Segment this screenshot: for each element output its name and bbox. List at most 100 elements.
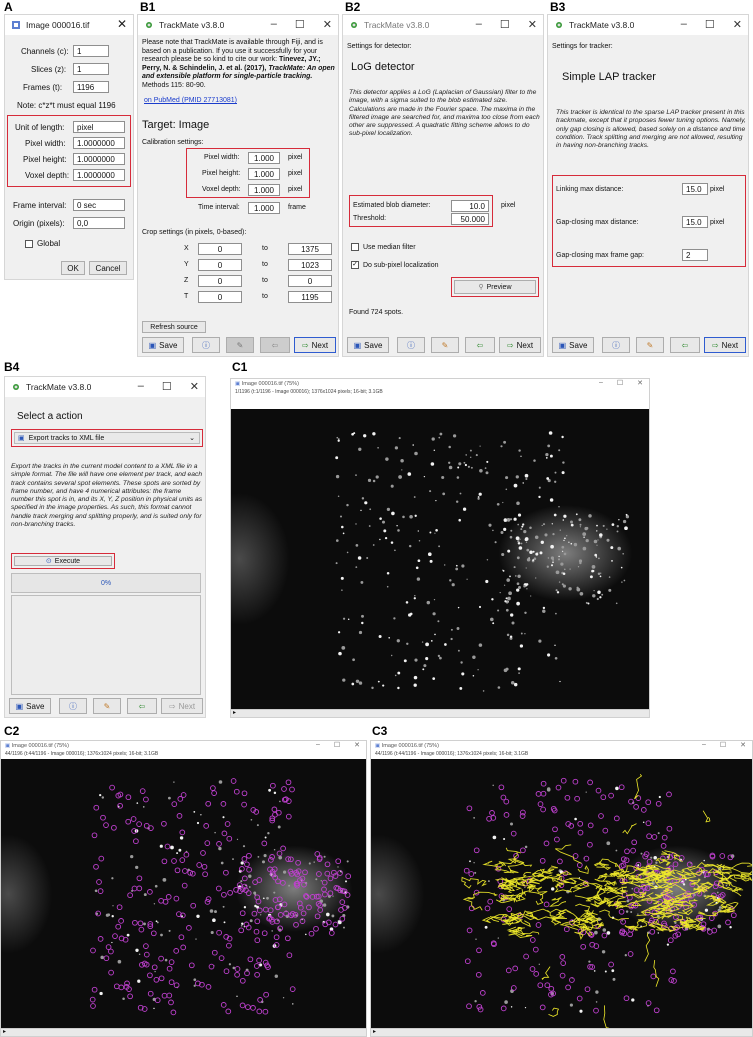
info-button[interactable]: ⓘ (602, 337, 630, 353)
maximize-icon[interactable]: ☐ (500, 18, 510, 31)
pubmed-link[interactable]: on PubMed (PMID 27713081) (144, 97, 237, 104)
fluorescent-spot (554, 644, 556, 647)
next-button[interactable]: ⇨ Next (704, 337, 746, 353)
tracks-image[interactable] (371, 759, 753, 1029)
origin-field[interactable]: 0,0 (73, 217, 125, 229)
threshold-field[interactable]: 50.000 (451, 213, 489, 225)
slices-field[interactable]: 1 (73, 63, 109, 75)
fluorescent-spot (569, 568, 571, 570)
maximize-icon[interactable]: ☐ (617, 379, 623, 387)
close-icon[interactable]: ✕ (117, 17, 127, 31)
close-icon[interactable]: ✕ (323, 18, 332, 31)
fluorescent-spot (143, 922, 146, 926)
play-icon[interactable]: ▸ (233, 709, 236, 716)
preview-button[interactable]: ⚲ Preview (454, 280, 536, 294)
frame-scrollbar[interactable]: ▸ (231, 709, 649, 717)
pixel-width-field[interactable]: 1.000 (248, 152, 280, 164)
save-button[interactable]: ▣ Save (347, 337, 389, 353)
maximize-icon[interactable]: ☐ (334, 741, 340, 749)
settings-button[interactable]: ✎ (431, 337, 459, 353)
action-select[interactable]: ▣ Export tracks to XML file ⌄ (14, 432, 200, 444)
minimize-icon[interactable]: – (681, 18, 687, 31)
maximize-icon[interactable]: ☐ (720, 741, 726, 749)
next-button[interactable]: ⇨ Next (294, 337, 336, 353)
time-interval-field[interactable]: 1.000 (248, 202, 280, 214)
frames-field[interactable]: 1196 (73, 81, 109, 93)
previous-button[interactable]: ⇦ (670, 337, 700, 353)
frame-scrollbar[interactable]: ▸ (371, 1028, 752, 1036)
fluorescent-spot (347, 618, 350, 621)
refresh-source-button[interactable]: Refresh source (142, 321, 206, 333)
minimize-icon[interactable]: – (702, 741, 706, 749)
unit-field[interactable]: pixel (73, 121, 125, 133)
settings-button[interactable]: ✎ (226, 337, 254, 353)
minimize-icon[interactable]: – (138, 380, 144, 393)
save-button[interactable]: ▣ Save (9, 698, 51, 714)
frame-gap-field[interactable]: 2 (682, 249, 708, 261)
info-button[interactable]: ⓘ (397, 337, 425, 353)
execute-button[interactable]: ⊙ Execute (14, 556, 112, 566)
crop-from-field[interactable]: 0 (198, 291, 242, 303)
play-icon[interactable]: ▸ (3, 1028, 6, 1035)
voxel-depth-field[interactable]: 1.000 (248, 184, 280, 196)
crop-to-field[interactable]: 1023 (288, 259, 332, 271)
previous-button[interactable]: ⇦ (127, 698, 157, 714)
linking-distance-field[interactable]: 15.0 (682, 183, 708, 195)
fluorescent-spot (417, 530, 419, 532)
fluorescent-spot (624, 954, 627, 957)
close-icon[interactable]: ✕ (637, 379, 643, 387)
pixel-height-field[interactable]: 1.0000000 (73, 153, 125, 165)
previous-button[interactable]: ⇦ (260, 337, 290, 353)
pixel-width-field[interactable]: 1.0000000 (73, 137, 125, 149)
minimize-icon[interactable]: – (599, 379, 603, 387)
crop-from-field[interactable]: 0 (198, 243, 242, 255)
frame-scrollbar[interactable]: ▸ (1, 1028, 366, 1036)
close-icon[interactable]: ✕ (354, 741, 360, 749)
blob-diameter-field[interactable]: 10.0 (451, 200, 489, 212)
settings-button[interactable]: ✎ (93, 698, 121, 714)
close-icon[interactable]: ✕ (733, 18, 742, 31)
pixel-height-field[interactable]: 1.000 (248, 168, 280, 180)
channels-field[interactable]: 1 (73, 45, 109, 57)
minimize-icon[interactable]: – (316, 741, 320, 749)
median-filter-checkbox[interactable]: Use median filter (351, 243, 416, 251)
minimize-icon[interactable]: – (476, 18, 482, 31)
play-icon[interactable]: ▸ (373, 1028, 376, 1035)
info-button[interactable]: ⓘ (192, 337, 220, 353)
arrow-left-icon: ⇦ (138, 701, 146, 711)
crop-to-field[interactable]: 1195 (288, 291, 332, 303)
fluorescent-spot (549, 498, 554, 502)
frame-interval-field[interactable]: 0 sec (73, 199, 125, 211)
gap-distance-field[interactable]: 15.0 (682, 216, 708, 228)
crop-to-field[interactable]: 0 (288, 275, 332, 287)
voxel-depth-field[interactable]: 1.0000000 (73, 169, 125, 181)
crop-from-field[interactable]: 0 (198, 275, 242, 287)
tracker-header: Settings for tracker: (552, 43, 613, 50)
maximize-icon[interactable]: ☐ (162, 380, 172, 393)
next-button[interactable]: ⇨ Next (161, 698, 203, 714)
microscopy-image[interactable] (231, 409, 649, 709)
save-button[interactable]: ▣ Save (552, 337, 594, 353)
global-checkbox[interactable]: Global (25, 239, 60, 248)
crop-from-field[interactable]: 0 (198, 259, 242, 271)
ok-button[interactable]: OK (61, 261, 85, 275)
minimize-icon[interactable]: – (271, 18, 277, 31)
save-button[interactable]: ▣ Save (142, 337, 184, 353)
fluorescent-spot (256, 824, 259, 827)
close-icon[interactable]: ✕ (740, 741, 746, 749)
previous-button[interactable]: ⇦ (465, 337, 495, 353)
detected-spots-image[interactable] (1, 759, 367, 1029)
maximize-icon[interactable]: ☐ (705, 18, 715, 31)
close-icon[interactable]: ✕ (528, 18, 537, 31)
info-button[interactable]: ⓘ (59, 698, 87, 714)
maximize-icon[interactable]: ☐ (295, 18, 305, 31)
fluorescent-spot (236, 838, 239, 841)
crop-to-field[interactable]: 1375 (288, 243, 332, 255)
close-icon[interactable]: ✕ (190, 380, 199, 393)
settings-button[interactable]: ✎ (636, 337, 664, 353)
cancel-button[interactable]: Cancel (89, 261, 127, 275)
next-button[interactable]: ⇨ Next (499, 337, 541, 353)
fluorescent-spot (461, 672, 465, 676)
fluorescent-spot (618, 519, 620, 521)
subpixel-checkbox[interactable]: ✓ Do sub-pixel localization (351, 261, 438, 269)
